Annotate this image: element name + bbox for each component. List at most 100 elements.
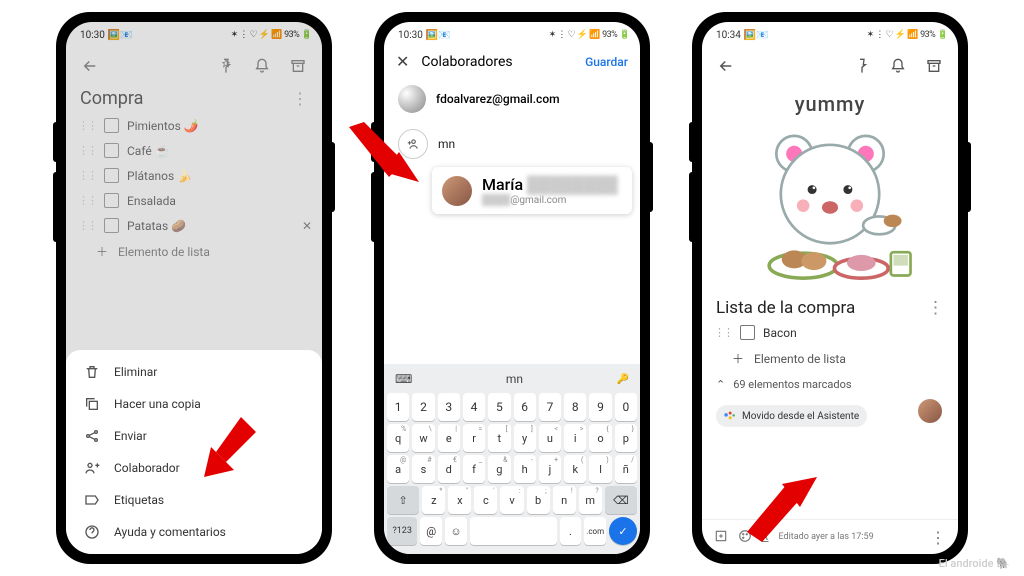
back-icon[interactable] [76, 52, 104, 80]
pin-icon[interactable] [848, 52, 876, 80]
key[interactable]: 2 [412, 393, 434, 421]
emoji-key-icon[interactable]: ⌨︎ [395, 372, 412, 386]
list-item[interactable]: ⋮⋮Café ☕ [66, 138, 322, 163]
add-list-item[interactable]: ＋Elemento de lista [702, 345, 958, 372]
key[interactable]: e| [438, 424, 460, 452]
chevron-up-icon: ⌃ [716, 378, 725, 391]
keyboard[interactable]: ⌨︎ mn 🔑 1234567890 q%w\e|r=t[y]u<i>o{p} … [384, 364, 640, 554]
key[interactable]: m? [579, 486, 602, 514]
key[interactable]: t[ [488, 424, 510, 452]
key[interactable]: 7 [539, 393, 561, 421]
note-title[interactable]: Lista de la compra ⋮ [702, 292, 958, 320]
collaborators-header: ✕ Colaboradores Guardar [384, 46, 640, 77]
phone-1: 10:30 🖼️📧 ✶ ⋮ ♡ ⚡ 📶 93%🔋 Compra ⋮ ⋮⋮Pimi [56, 12, 332, 564]
list-item[interactable]: ⋮⋮Ensalada [66, 188, 322, 213]
sheet-copy[interactable]: Hacer una copia [66, 388, 322, 420]
key[interactable]: s# [412, 455, 434, 483]
key[interactable]: 8 [564, 393, 586, 421]
sheet-labels[interactable]: Etiquetas [66, 484, 322, 516]
key[interactable]: w\ [412, 424, 434, 452]
period-key[interactable]: . [560, 517, 582, 545]
key[interactable]: 0 [615, 393, 637, 421]
status-bar: 10:30 🖼️📧 ✶ ⋮ ♡ ⚡ 📶 93%🔋 [384, 22, 640, 46]
sheet-delete[interactable]: Eliminar [66, 356, 322, 388]
reminder-icon[interactable] [248, 52, 276, 80]
owner-row: fdoalvarez@gmail.com [384, 77, 640, 121]
key[interactable]: 1 [387, 393, 409, 421]
back-icon[interactable] [712, 52, 740, 80]
shift-key[interactable]: ⇧ [387, 486, 419, 514]
key[interactable]: f_ [463, 455, 485, 483]
key[interactable]: 3 [438, 393, 460, 421]
add-box-icon[interactable] [714, 529, 728, 546]
save-button[interactable]: Guardar [585, 55, 628, 69]
symbols-key[interactable]: ?123 [387, 517, 417, 545]
key[interactable]: k( [564, 455, 586, 483]
key[interactable]: v: [500, 486, 523, 514]
add-person-icon[interactable] [398, 129, 428, 159]
key[interactable]: 4 [463, 393, 485, 421]
key[interactable]: c' [474, 486, 497, 514]
key[interactable]: j+ [539, 455, 561, 483]
avatar [442, 176, 472, 206]
com-key[interactable]: .com [584, 517, 606, 545]
enter-key[interactable]: ✓ [609, 517, 637, 545]
close-icon[interactable]: ✕ [396, 52, 409, 71]
reminder-icon[interactable] [884, 52, 912, 80]
more-icon[interactable]: ⋮ [927, 298, 944, 318]
key[interactable]: o{ [589, 424, 611, 452]
key[interactable]: p} [615, 424, 637, 452]
sheet-help[interactable]: Ayuda y comentarios [66, 516, 322, 548]
checked-items-toggle[interactable]: ⌃ 69 elementos marcados [702, 372, 958, 397]
keyboard-suggestion[interactable]: mn [506, 372, 523, 386]
add-person-row[interactable]: mn [384, 121, 640, 167]
note-bottom-bar: A Editado ayer a las 17:59 ⋮ [702, 519, 958, 554]
palette-icon[interactable] [738, 529, 752, 546]
add-list-item[interactable]: ＋Elemento de lista [66, 238, 322, 265]
at-key[interactable]: @ [420, 517, 442, 545]
key[interactable]: a@ [387, 455, 409, 483]
key[interactable]: d€ [438, 455, 460, 483]
more-icon[interactable]: ⋮ [292, 89, 308, 108]
password-key-icon[interactable]: 🔑 [617, 374, 629, 385]
list-item[interactable]: ⋮⋮Bacon [702, 320, 958, 345]
backspace-key[interactable]: ⌫ [605, 486, 637, 514]
list-item[interactable]: ⋮⋮Plátanos 🍌 [66, 163, 322, 188]
add-person-input[interactable]: mn [438, 137, 455, 151]
key[interactable]: g& [488, 455, 510, 483]
key[interactable]: 5 [488, 393, 510, 421]
key[interactable]: x" [448, 486, 471, 514]
key[interactable]: 6 [514, 393, 536, 421]
key[interactable]: q% [387, 424, 409, 452]
text-format-icon[interactable]: A [762, 532, 769, 542]
note-title[interactable]: Compra ⋮ [66, 86, 322, 113]
space-key[interactable] [470, 517, 557, 545]
key[interactable]: h- [514, 455, 536, 483]
key[interactable]: u< [539, 424, 561, 452]
key[interactable]: i> [564, 424, 586, 452]
key[interactable]: 9 [589, 393, 611, 421]
emoji-key[interactable]: ☺ [445, 517, 467, 545]
key[interactable]: y] [514, 424, 536, 452]
delete-item-icon[interactable]: ✕ [302, 219, 312, 233]
keyboard-suggestion-bar[interactable]: ⌨︎ mn 🔑 [387, 368, 637, 390]
assistant-chip[interactable]: Movido desde el Asistente [716, 405, 867, 427]
key[interactable]: b; [527, 486, 550, 514]
contact-suggestion[interactable]: María ████████ ████@gmail.com [432, 167, 632, 214]
list-item[interactable]: ⋮⋮Pimientos 🌶️ [66, 113, 322, 138]
bear-illustration [740, 118, 920, 288]
collaborator-avatar[interactable] [918, 399, 942, 423]
pin-icon[interactable] [212, 52, 240, 80]
archive-icon[interactable] [284, 52, 312, 80]
key[interactable]: ñ/ [615, 455, 637, 483]
key[interactable]: r= [463, 424, 485, 452]
key[interactable]: l) [589, 455, 611, 483]
list-item[interactable]: ⋮⋮Patatas 🥔✕ [66, 213, 322, 238]
watermark: El androide 🐘 [939, 557, 1010, 570]
key[interactable]: n! [553, 486, 576, 514]
key[interactable]: z* [422, 486, 445, 514]
more-icon[interactable]: ⋮ [930, 528, 946, 547]
sheet-collaborator[interactable]: Colaborador [66, 452, 322, 484]
sheet-send[interactable]: Enviar [66, 420, 322, 452]
archive-icon[interactable] [920, 52, 948, 80]
